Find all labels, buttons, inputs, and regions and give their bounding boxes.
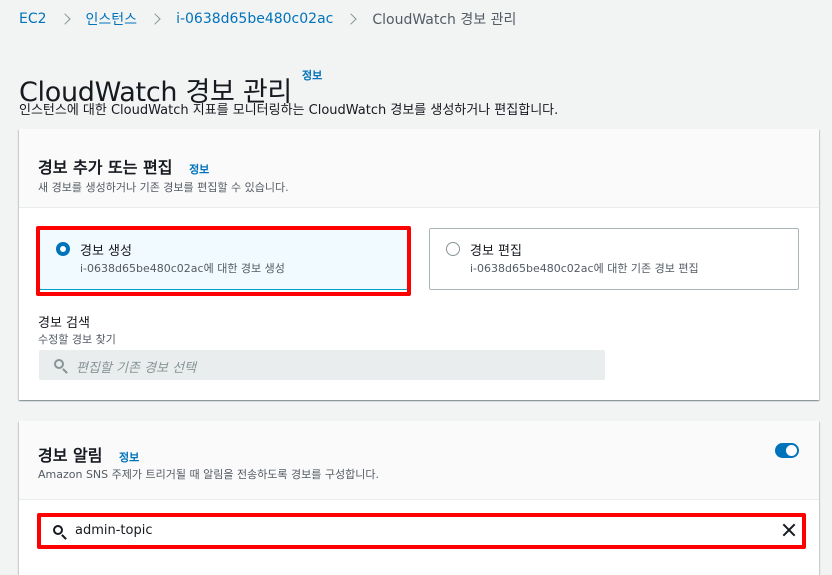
page-info-link[interactable]: 정보: [302, 67, 322, 83]
alarm-search-desc: 수정할 경보 찾기: [38, 333, 116, 346]
toggle-knob: [786, 445, 797, 456]
breadcrumb-instances[interactable]: 인스턴스: [86, 9, 138, 29]
notification-toggle[interactable]: [775, 443, 799, 458]
panel-title-text: 경보 추가 또는 편집: [38, 158, 173, 177]
panel-info-link[interactable]: 정보: [189, 163, 209, 176]
alarm-search-input: 편집할 기존 경보 선택: [39, 350, 605, 380]
panel-subtitle: 새 경보를 생성하거나 기존 경보를 편집할 수 있습니다.: [38, 181, 289, 194]
create-alarm-desc: i-0638d65be480c02ac에 대한 경보 생성: [80, 262, 285, 275]
create-alarm-radio[interactable]: [56, 242, 70, 256]
chevron-right-icon: [345, 13, 358, 25]
sns-topic-value: admin-topic: [75, 523, 153, 538]
search-icon: [54, 359, 64, 369]
alarm-search-label: 경보 검색: [38, 316, 90, 331]
panel-header: 경보 추가 또는 편집 정보 새 경보를 생성하거나 기존 경보를 편집할 수 …: [19, 129, 819, 208]
panel-header: 경보 알림 정보 Amazon SNS 주제가 트리거될 때 알림을 전송하도록…: [19, 421, 819, 500]
alarm-search-placeholder: 편집할 기존 경보 선택: [76, 361, 197, 376]
panel-title-text: 경보 알림: [38, 446, 103, 465]
create-alarm-option[interactable]: 경보 생성 i-0638d65be480c02ac에 대한 경보 생성: [39, 228, 408, 290]
panel-info-link[interactable]: 정보: [119, 451, 139, 464]
panel-title: 경보 알림 정보: [38, 442, 139, 466]
panel-subtitle: Amazon SNS 주제가 트리거될 때 알림을 전송하도록 경보를 구성합니…: [38, 468, 379, 481]
sns-topic-search-input[interactable]: admin-topic: [41, 517, 803, 545]
breadcrumb: EC2 인스턴스 i-0638d65be480c02ac CloudWatch …: [19, 9, 516, 29]
create-alarm-label: 경보 생성: [80, 244, 132, 259]
breadcrumb-current: CloudWatch 경보 관리: [372, 12, 517, 28]
alarm-edit-panel: 경보 추가 또는 편집 정보 새 경보를 생성하거나 기존 경보를 편집할 수 …: [19, 129, 819, 400]
edit-alarm-label: 경보 편집: [470, 244, 522, 259]
breadcrumb-ec2[interactable]: EC2: [19, 11, 47, 27]
edit-alarm-option[interactable]: 경보 편집 i-0638d65be480c02ac에 대한 기존 경보 편집: [429, 228, 799, 290]
breadcrumb-instance-id[interactable]: i-0638d65be480c02ac: [176, 11, 333, 27]
edit-alarm-radio[interactable]: [446, 242, 460, 256]
clear-icon[interactable]: [781, 522, 797, 538]
panel-title: 경보 추가 또는 편집 정보: [38, 154, 209, 178]
chevron-right-icon: [58, 13, 71, 25]
alarm-notification-panel: 경보 알림 정보 Amazon SNS 주제가 트리거될 때 알림을 전송하도록…: [19, 421, 819, 575]
search-icon: [53, 525, 63, 535]
chevron-right-icon: [149, 13, 161, 25]
page-description: 인스턴스에 대한 CloudWatch 지표를 모니터링하는 CloudWatc…: [19, 103, 559, 118]
edit-alarm-desc: i-0638d65be480c02ac에 대한 기존 경보 편집: [470, 262, 699, 275]
